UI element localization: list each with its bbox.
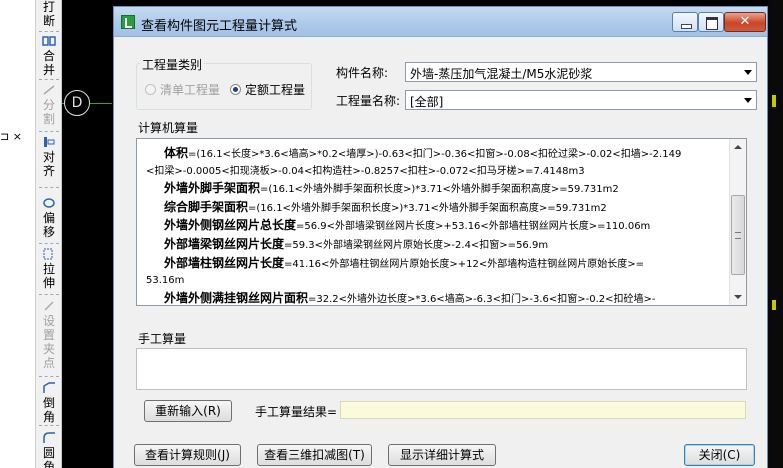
calc-formula-text: 体积=(16.1<长度>*3.6<墙高>*0.2<墙厚>)-0.63<扣门>-0…: [146, 145, 730, 305]
calc-scrollbar[interactable]: [729, 139, 746, 305]
view-3d-deduction-button[interactable]: 查看三维扣减图(T): [257, 444, 372, 466]
quantity-formula-dialog: 查看构件图元工程量计算式 ✕ 工程量类别 清单工程量 定额工程量 构件名称: 外…: [113, 6, 768, 468]
calc-item-name: 综合脚手架面积: [164, 199, 249, 214]
calc-formula: =41.16<外部墙柱钢丝网片原始长度>+12<外部墙构造柱钢丝网片原始长度>=: [284, 258, 645, 270]
calc-formula: =59.3<外部墙梁钢丝网片原始长度>-2.4<扣窗>=56.9m: [284, 239, 549, 251]
quantity-type-label: 工程量类别: [140, 56, 205, 73]
toolbar-split-button[interactable]: 分割: [36, 84, 62, 126]
calc-formula: =32.2<外墙外边长度>*3.6<墙高>-6.3<扣门>-3.6<扣窗>-0.…: [308, 293, 656, 305]
calc-line: <扣梁>-0.0005<扣现浇板>-0.04<扣构造柱>-0.8257<扣柱>-…: [146, 164, 730, 181]
quantity-name-label: 工程量名称:: [336, 94, 401, 108]
calc-line: 外部墙梁钢丝网片长度=59.3<外部墙梁钢丝网片原始长度>-2.4<扣窗>=56…: [146, 236, 730, 255]
manual-formula-input[interactable]: [136, 348, 747, 390]
toolbar-align-label: 对齐: [42, 150, 55, 178]
reinput-button[interactable]: 重新输入(R): [144, 400, 232, 422]
axis-marker: D: [64, 90, 90, 116]
toolbar-break-button[interactable]: 打断: [36, 0, 62, 28]
show-detail-formula-button[interactable]: 显示详细计算式: [388, 444, 496, 466]
left-panel: ⊐ ×: [0, 0, 36, 468]
radio-list-quantity[interactable]: 清单工程量: [145, 81, 220, 98]
toolbar-offset-label: 偏移: [42, 211, 55, 239]
toolbar-stretch-label: 拉伸: [42, 262, 55, 290]
app-icon: [121, 15, 135, 29]
calc-section-label: 计算机算量: [138, 121, 199, 135]
toolbar-merge-label: 合并: [42, 49, 55, 77]
component-name-select[interactable]: 外墙-蒸压加气混凝土/M5水泥砂浆: [405, 62, 757, 82]
manual-result-label: 手工算量结果=: [255, 405, 338, 419]
quantity-name-value: [全部]: [410, 95, 444, 109]
fillet-icon: [43, 432, 55, 443]
calc-line: 53.16m: [146, 273, 730, 290]
scroll-up-icon[interactable]: [730, 139, 746, 155]
calc-item-name: 体积: [164, 146, 189, 160]
calc-formula-textbox[interactable]: 体积=(16.1<长度>*3.6<墙高>*0.2<墙厚>)-0.63<扣门>-0…: [136, 138, 747, 306]
calc-line: 外墙外脚手架面积=(16.1<外墙外脚手架面积长度>)*3.71<外墙外脚手架面…: [146, 180, 730, 199]
toolbar-fillet-label: 圆角: [42, 446, 55, 468]
offset-icon: [43, 198, 55, 208]
toolbar-grip-label: 设置夹点: [42, 314, 55, 370]
calc-item-name: 外部墙柱钢丝网片长度: [164, 255, 285, 270]
maximize-button[interactable]: [698, 12, 724, 32]
window-close-button[interactable]: ✕: [724, 12, 766, 32]
calc-item-name: 外部墙梁钢丝网片长度: [164, 236, 285, 251]
calc-formula: =(16.1<长度>*3.6<墙高>*0.2<墙厚>)-0.63<扣门>-0.3…: [188, 149, 682, 160]
toolbar-chamfer-button[interactable]: 倒角: [36, 382, 62, 424]
component-name-value: 外墙-蒸压加气混凝土/M5水泥砂浆: [410, 67, 593, 81]
calc-formula: =56.9<外部墙梁钢丝网片长度>+53.16<外部墙柱钢丝网片长度>=110.…: [296, 221, 651, 233]
toolbar-chamfer-label: 倒角: [42, 396, 55, 424]
calc-line: 外墙外侧满挂钢丝网片面积=32.2<外墙外边长度>*3.6<墙高>-6.3<扣门…: [146, 290, 730, 305]
quantity-name-select[interactable]: [全部]: [405, 90, 757, 110]
close-icon: ✕: [739, 14, 751, 29]
view-calc-rules-button[interactable]: 查看计算规则(J): [134, 444, 241, 466]
calc-item-name: 外墙外侧钢丝网片总长度: [164, 218, 297, 233]
calc-line: 外墙外侧钢丝网片总长度=56.9<外部墙梁钢丝网片长度>+53.16<外部墙柱钢…: [146, 217, 730, 236]
calc-formula: <扣梁>-0.0005<扣现浇板>-0.04<扣构造柱>-0.8257<扣柱>-…: [146, 165, 585, 177]
radio-norm-quantity[interactable]: 定额工程量: [230, 81, 305, 98]
manual-result-field: [340, 401, 746, 419]
panel-controls[interactable]: ⊐ ×: [0, 130, 34, 144]
calc-formula: =(16.1<外墙外脚手架面积长度>)*3.71<外墙外脚手架面积高度>=59.…: [248, 202, 607, 214]
toolbar-align-button[interactable]: 对齐: [36, 136, 62, 178]
calc-formula: 53.16m: [146, 275, 185, 287]
close-button[interactable]: 关闭(C): [684, 444, 755, 466]
toolbar-stretch-button[interactable]: 拉伸: [36, 248, 62, 290]
toolbar-break-label: 打断: [42, 0, 55, 28]
component-name-label: 构件名称:: [336, 66, 389, 80]
split-icon: [43, 85, 55, 95]
grip-icon: [44, 301, 54, 311]
manual-section-label: 手工算量: [138, 332, 187, 346]
chevron-down-icon: [744, 70, 752, 75]
radio-norm-quantity-label: 定额工程量: [245, 83, 306, 97]
calc-line: 外部墙柱钢丝网片长度=41.16<外部墙柱钢丝网片原始长度>+12<外部墙构造柱…: [146, 255, 730, 274]
calc-item-name: 外墙外侧满挂钢丝网片面积: [164, 290, 309, 305]
align-icon: [44, 137, 55, 147]
toolbar-merge-button[interactable]: 合并: [36, 35, 62, 77]
modify-toolbar: 打断 合并 分割 对齐 偏移 拉伸 设置夹点 倒角 圆角: [36, 0, 62, 468]
minimize-button[interactable]: [672, 12, 698, 32]
toolbar-fillet-button[interactable]: 圆角: [36, 432, 62, 468]
dialog-titlebar[interactable]: 查看构件图元工程量计算式 ✕: [114, 7, 767, 37]
dialog-title: 查看构件图元工程量计算式: [141, 19, 298, 34]
scroll-thumb[interactable]: [731, 195, 745, 275]
calc-item-name: 外墙外脚手架面积: [164, 181, 261, 196]
calc-line: 综合脚手架面积=(16.1<外墙外脚手架面积长度>)*3.71<外墙外脚手架面积…: [146, 199, 730, 218]
calc-formula: =(16.1<外墙外脚手架面积长度>)*3.71<外墙外脚手架面积高度>=59.…: [260, 184, 619, 196]
toolbar-grip-button[interactable]: 设置夹点: [36, 300, 62, 370]
chevron-down-icon: [744, 98, 752, 103]
radio-list-quantity-label: 清单工程量: [160, 83, 221, 97]
toolbar-offset-button[interactable]: 偏移: [36, 197, 62, 239]
canvas-right-edge: [768, 0, 783, 468]
toolbar-split-label: 分割: [42, 98, 55, 126]
stretch-icon: [43, 248, 53, 260]
calc-line: 体积=(16.1<长度>*3.6<墙高>*0.2<墙厚>)-0.63<扣门>-0…: [146, 145, 730, 164]
merge-icon: [42, 36, 56, 46]
scroll-down-icon[interactable]: [730, 289, 746, 305]
chamfer-icon: [43, 382, 55, 393]
